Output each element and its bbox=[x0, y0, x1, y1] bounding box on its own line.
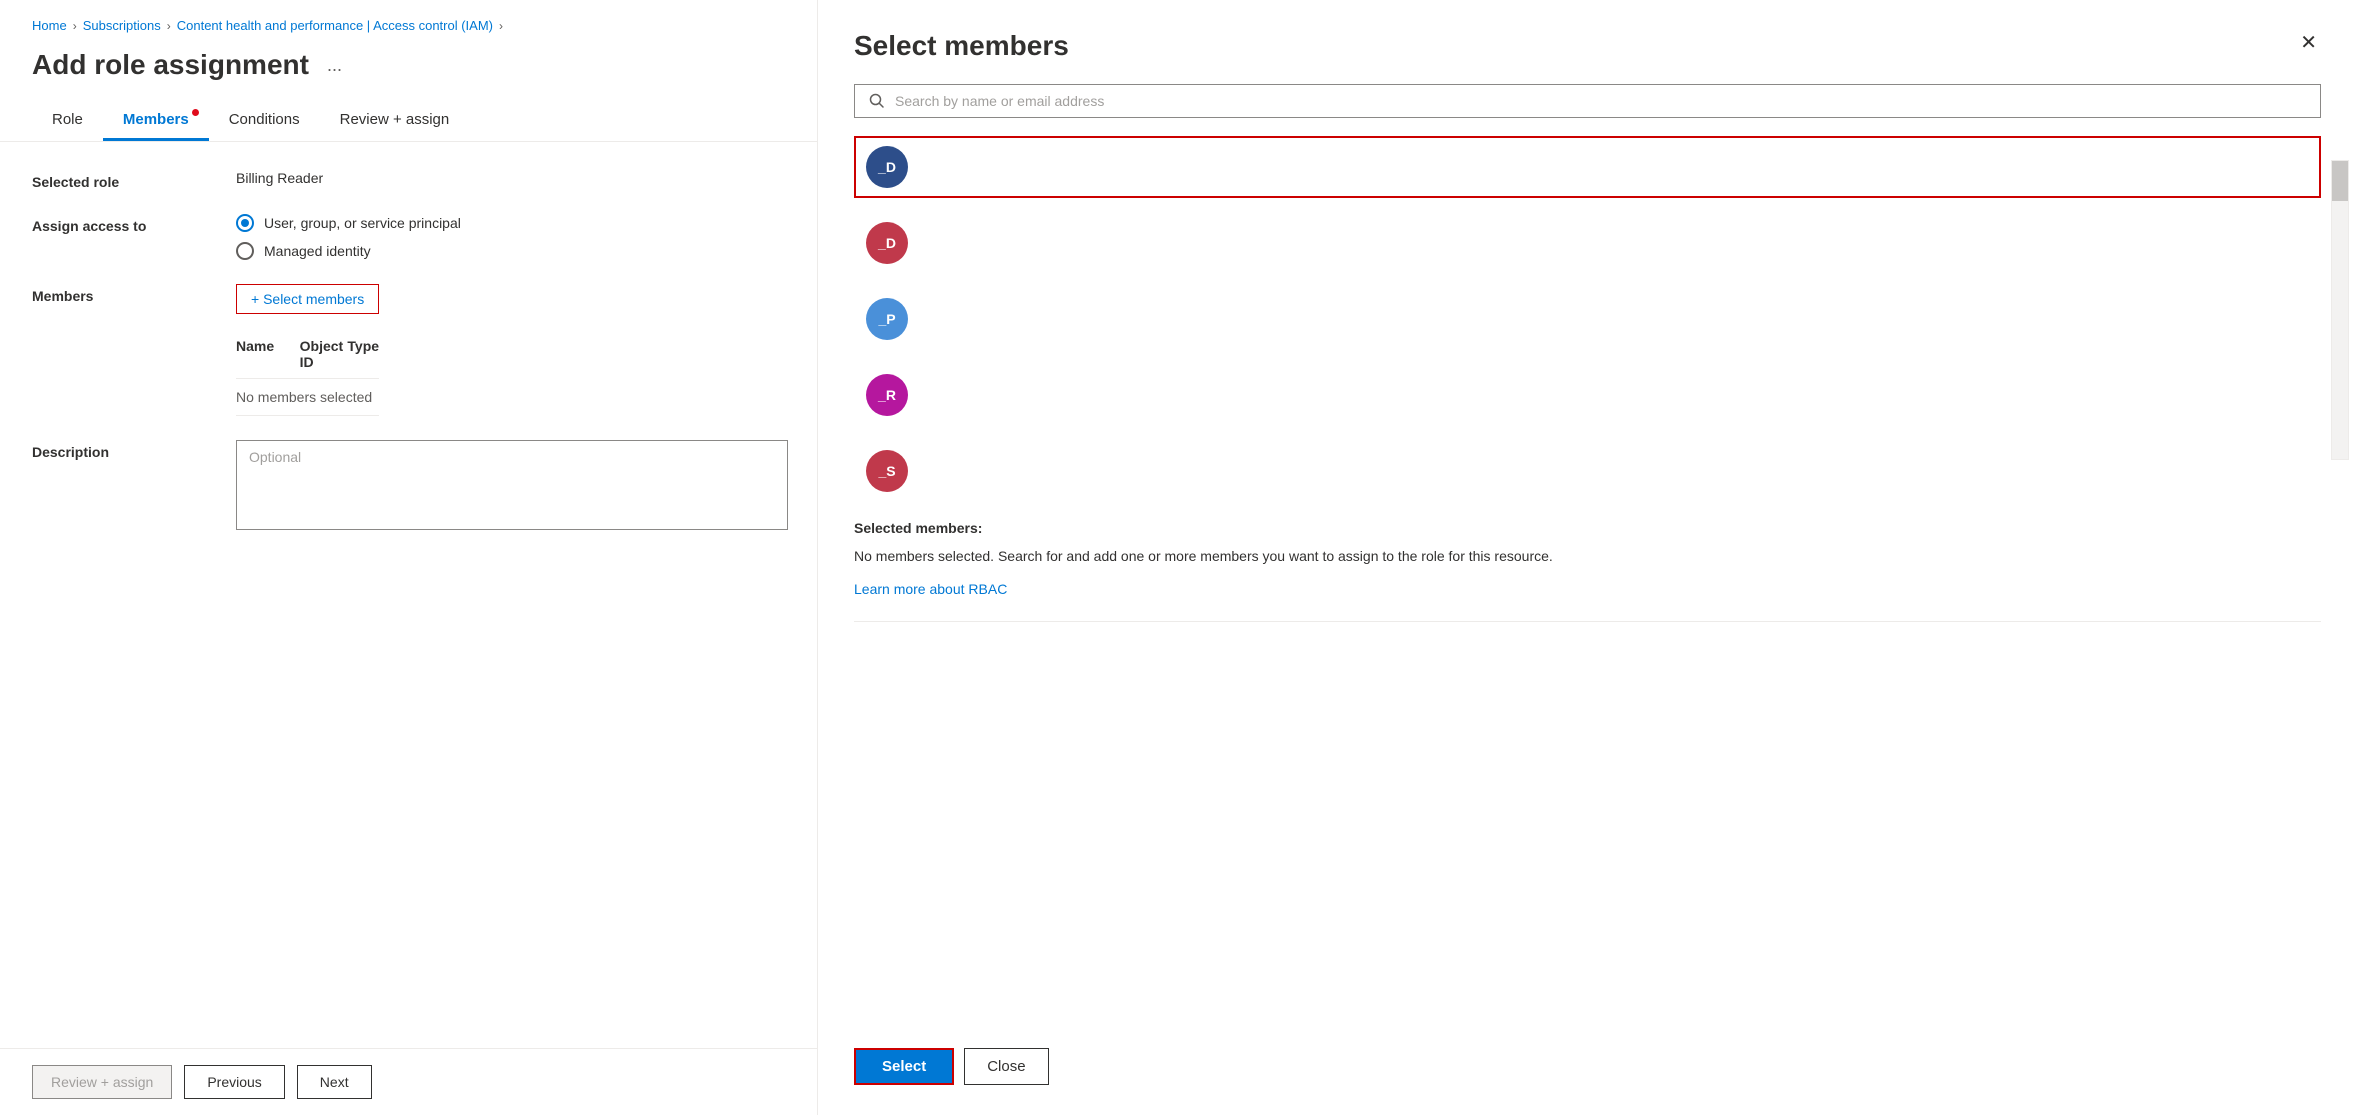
table-empty-message: No members selected bbox=[236, 389, 379, 405]
search-box[interactable] bbox=[854, 84, 2321, 118]
panel-header: Select members ✕ bbox=[854, 30, 2321, 62]
avatar-item-0[interactable]: _D bbox=[854, 136, 2321, 198]
select-button[interactable]: Select bbox=[854, 1048, 954, 1085]
radio-managed-circle bbox=[236, 242, 254, 260]
description-label: Description bbox=[32, 440, 212, 460]
table-empty-row: No members selected bbox=[236, 379, 379, 416]
avatar-item-4[interactable]: _S bbox=[854, 440, 2321, 502]
review-assign-button[interactable]: Review + assign bbox=[32, 1065, 172, 1099]
tab-role-label: Role bbox=[52, 111, 83, 128]
selected-role-row: Selected role Billing Reader bbox=[32, 170, 788, 190]
breadcrumb-sep-2: › bbox=[167, 19, 171, 33]
panel-divider bbox=[854, 621, 2321, 622]
panel-bottom-buttons: Select Close bbox=[854, 1048, 2321, 1085]
assign-access-row: Assign access to User, group, or service… bbox=[32, 214, 788, 260]
breadcrumb-iam[interactable]: Content health and performance | Access … bbox=[177, 18, 493, 33]
avatar-circle-0: _D bbox=[866, 146, 908, 188]
col-name-header: Name bbox=[236, 338, 300, 370]
avatar-item-3[interactable]: _R bbox=[854, 364, 2321, 426]
ellipsis-button[interactable]: ... bbox=[321, 53, 348, 78]
close-button[interactable]: Close bbox=[964, 1048, 1048, 1085]
selected-members-desc: No members selected. Search for and add … bbox=[854, 546, 2321, 567]
close-panel-icon[interactable]: ✕ bbox=[2296, 30, 2321, 55]
avatar-item-1[interactable]: _D bbox=[854, 212, 2321, 274]
bottom-bar: Review + assign Previous Next bbox=[0, 1048, 820, 1115]
tab-role[interactable]: Role bbox=[32, 101, 103, 141]
select-members-button[interactable]: + Select members bbox=[236, 284, 379, 314]
selected-role-label: Selected role bbox=[32, 170, 212, 190]
selected-role-value: Billing Reader bbox=[236, 170, 323, 186]
radio-group: User, group, or service principal Manage… bbox=[236, 214, 461, 260]
tab-review[interactable]: Review + assign bbox=[320, 101, 470, 141]
tab-review-label: Review + assign bbox=[340, 111, 450, 128]
right-panel: Select members ✕ _D _D _P _R _S Selected… bbox=[817, 0, 2357, 1115]
search-input[interactable] bbox=[895, 93, 2306, 109]
breadcrumb-sep-1: › bbox=[73, 19, 77, 33]
members-content: + Select members Name Object ID Type No … bbox=[236, 284, 379, 416]
members-row: Members + Select members Name Object ID … bbox=[32, 284, 788, 416]
members-label: Members bbox=[32, 284, 212, 304]
selected-members-label: Selected members: bbox=[854, 520, 2321, 536]
radio-user[interactable]: User, group, or service principal bbox=[236, 214, 461, 232]
avatar-circle-2: _P bbox=[866, 298, 908, 340]
avatar-circle-3: _R bbox=[866, 374, 908, 416]
panel-title: Select members bbox=[854, 30, 1069, 62]
breadcrumb-sep-3: › bbox=[499, 19, 503, 33]
tab-conditions-label: Conditions bbox=[229, 111, 300, 128]
tab-members-label: Members bbox=[123, 111, 189, 128]
breadcrumb-subscriptions[interactable]: Subscriptions bbox=[83, 18, 161, 33]
description-row: Description bbox=[32, 440, 788, 530]
breadcrumb-home[interactable]: Home bbox=[32, 18, 67, 33]
search-icon bbox=[869, 93, 885, 109]
page-title: Add role assignment bbox=[32, 49, 309, 81]
radio-user-label: User, group, or service principal bbox=[264, 215, 461, 231]
scroll-thumb bbox=[2332, 161, 2348, 201]
radio-user-circle bbox=[236, 214, 254, 232]
col-objectid-header: Object ID bbox=[300, 338, 348, 370]
previous-button[interactable]: Previous bbox=[184, 1065, 284, 1099]
main-content: Selected role Billing Reader Assign acce… bbox=[0, 170, 820, 530]
avatar-circle-4: _S bbox=[866, 450, 908, 492]
col-type-header: Type bbox=[347, 338, 379, 370]
tab-conditions[interactable]: Conditions bbox=[209, 101, 320, 141]
avatar-item-2[interactable]: _P bbox=[854, 288, 2321, 350]
description-textarea[interactable] bbox=[236, 440, 788, 530]
assign-access-label: Assign access to bbox=[32, 214, 212, 234]
learn-more-rbac[interactable]: Learn more about RBAC bbox=[854, 581, 2321, 597]
next-button[interactable]: Next bbox=[297, 1065, 372, 1099]
table-header: Name Object ID Type bbox=[236, 330, 379, 379]
members-table: Name Object ID Type No members selected bbox=[236, 330, 379, 416]
radio-managed-label: Managed identity bbox=[264, 243, 371, 259]
tab-members[interactable]: Members bbox=[103, 101, 209, 141]
tab-members-dot bbox=[192, 109, 199, 116]
avatar-list: _D _D _P _R _S bbox=[854, 136, 2321, 502]
radio-managed[interactable]: Managed identity bbox=[236, 242, 461, 260]
avatar-circle-1: _D bbox=[866, 222, 908, 264]
scroll-track[interactable] bbox=[2331, 160, 2349, 460]
